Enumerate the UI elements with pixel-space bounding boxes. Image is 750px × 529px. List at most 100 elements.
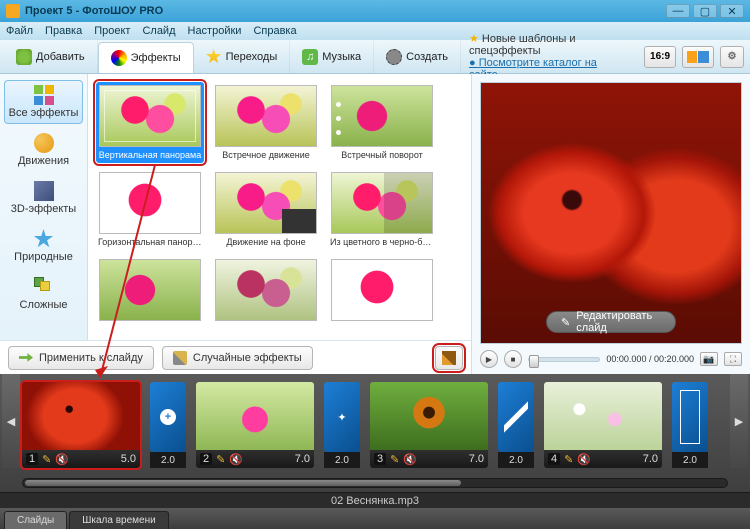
play-button[interactable]: ▶ (480, 350, 498, 368)
menu-slide[interactable]: Слайд (142, 25, 175, 37)
sound-icon: 🔇 (55, 453, 69, 466)
menu-project[interactable]: Проект (94, 25, 130, 37)
slide-duration: 7.0 (469, 453, 484, 465)
timeline-slide-3[interactable]: 3✎🔇7.0 (370, 382, 488, 468)
tab-create[interactable]: Создать (374, 40, 461, 73)
player-controls: ▶ ■ 00:00.000 / 00:20.000 📷 ⛶ (480, 344, 742, 374)
effect-label: Горизонтальная панорама (98, 237, 202, 247)
slide-thumb (370, 382, 488, 450)
effect-item-meeting-turn[interactable]: Встречный поворот (328, 82, 436, 163)
effect-item-vertical-panorama[interactable]: Вертикальная панорама (96, 82, 204, 163)
gallery-actions: Применить к слайду Случайные эффекты (0, 340, 471, 374)
effect-item-8[interactable] (212, 256, 320, 327)
audio-filename: 02 Веснянка.mp3 (331, 495, 419, 507)
stop-button[interactable]: ■ (504, 350, 522, 368)
pencil-icon: ✎ (216, 453, 225, 466)
timeline-scroll-right[interactable]: ▶ (730, 374, 748, 468)
menu-edit[interactable]: Правка (45, 25, 82, 37)
pencil-icon: ✎ (564, 453, 573, 466)
category-sidebar: Все эффекты Движения 3D-эффекты Природны… (0, 74, 88, 340)
cat-all-effects[interactable]: Все эффекты (4, 80, 83, 124)
effect-item-9[interactable] (328, 256, 436, 327)
time-display: 00:00.000 / 00:20.000 (606, 354, 694, 364)
close-button[interactable]: ✕ (720, 4, 744, 18)
timeline-slide-2[interactable]: 2✎🔇7.0 (196, 382, 314, 468)
star-icon (206, 49, 222, 65)
sphere-icon (34, 133, 54, 153)
menu-file[interactable]: Файл (6, 25, 33, 37)
slide-duration: 5.0 (121, 453, 136, 465)
apply-to-slide-button[interactable]: Применить к слайду (8, 346, 154, 370)
apply-label: Применить к слайду (39, 352, 143, 364)
cat-3d-label: 3D-эффекты (11, 203, 76, 215)
cat-nature[interactable]: Природные (4, 224, 83, 268)
tab-transitions-label: Переходы (226, 51, 278, 63)
arrow-right-icon (19, 351, 33, 365)
transition-thumb (498, 382, 534, 452)
effect-item-motion-on-bg[interactable]: Движение на фоне (212, 169, 320, 250)
sound-icon: 🔇 (403, 453, 417, 466)
timeline-slide-1[interactable]: 1✎🔇5.0 (22, 382, 140, 468)
random-effects-button[interactable]: Случайные эффекты (162, 346, 313, 370)
seek-slider[interactable] (528, 357, 600, 362)
tab-effects-label: Эффекты (131, 52, 181, 64)
cat-motion-label: Движения (18, 155, 69, 167)
effect-item-horizontal-panorama[interactable]: Горизонтальная панорама (96, 169, 204, 250)
pencil-icon: ✎ (42, 453, 51, 466)
title-bar: Проект 5 - ФотоШОУ PRO — ▢ ✕ (0, 0, 750, 22)
slide-thumb (196, 382, 314, 450)
snapshot-button[interactable]: 📷 (700, 352, 718, 366)
maximize-button[interactable]: ▢ (693, 4, 717, 18)
timeline-slide-4[interactable]: 4✎🔇7.0 (544, 382, 662, 468)
pencil-icon: ✎ (390, 453, 399, 466)
minimize-button[interactable]: — (666, 4, 690, 18)
bottom-tabs: Слайды Шкала времени (0, 508, 750, 529)
edit-slide-button[interactable]: Редактировать слайд (546, 311, 676, 333)
cat-nature-label: Природные (14, 251, 73, 263)
timeline-transition-4[interactable]: 2.0 (672, 382, 708, 468)
menu-help[interactable]: Справка (253, 25, 296, 37)
tab-effects[interactable]: Эффекты (98, 42, 194, 73)
transition-thumb (324, 382, 360, 452)
effect-item-7[interactable] (96, 256, 204, 327)
timeline-transition-3[interactable]: 2.0 (498, 382, 534, 468)
timeline-scroll-left[interactable]: ◀ (2, 374, 20, 468)
promo-line1: Новые шаблоны и спецэффекты (469, 33, 630, 57)
aspect-ratio-button[interactable]: 16:9 (644, 46, 675, 68)
brush-tool-button[interactable] (435, 346, 463, 370)
menu-settings[interactable]: Настройки (188, 25, 242, 37)
wand-icon (173, 351, 187, 365)
theme-swatch-button[interactable] (682, 46, 714, 68)
slide-thumb (22, 382, 140, 450)
settings-button[interactable]: ⚙ (720, 46, 744, 68)
tab-add[interactable]: Добавить (4, 40, 98, 73)
slide-thumb (544, 382, 662, 450)
swatch-orange (687, 51, 698, 63)
edit-slide-label: Редактировать слайд (576, 310, 661, 334)
cat-complex[interactable]: Сложные (4, 272, 83, 316)
effect-label: Встречный поворот (341, 150, 423, 160)
slide-number: 2 (200, 453, 212, 465)
bottom-tab-slides[interactable]: Слайды (4, 511, 67, 529)
timeline-scrollbar[interactable] (22, 478, 728, 488)
effect-item-meeting-motion[interactable]: Встречное движение (212, 82, 320, 163)
fullscreen-button[interactable]: ⛶ (724, 352, 742, 366)
plus-icon (16, 49, 32, 65)
effect-item-color-to-bw[interactable]: Из цветного в черно-белое (328, 169, 436, 250)
bottom-tab-timeline[interactable]: Шкала времени (69, 511, 168, 529)
timeline-transition-2[interactable]: 2.0 (324, 382, 360, 468)
transition-duration: 2.0 (498, 452, 534, 468)
tab-transitions[interactable]: Переходы (194, 40, 291, 73)
cat-motion[interactable]: Движения (4, 128, 83, 172)
palette-icon (111, 50, 127, 66)
disc-icon (386, 49, 402, 65)
timeline-transition-1[interactable]: 2.0 (150, 382, 186, 468)
effects-gallery: Вертикальная панорама Встречное движение… (88, 74, 471, 340)
tab-music[interactable]: Музыка (290, 40, 374, 73)
effect-label: Вертикальная панорама (99, 150, 201, 160)
cat-3d[interactable]: 3D-эффекты (4, 176, 83, 220)
swatch-blue (698, 51, 709, 63)
audio-track[interactable]: 02 Веснянка.mp3 (0, 492, 750, 508)
effect-thumb (331, 259, 433, 321)
cat-all-label: Все эффекты (9, 107, 79, 119)
